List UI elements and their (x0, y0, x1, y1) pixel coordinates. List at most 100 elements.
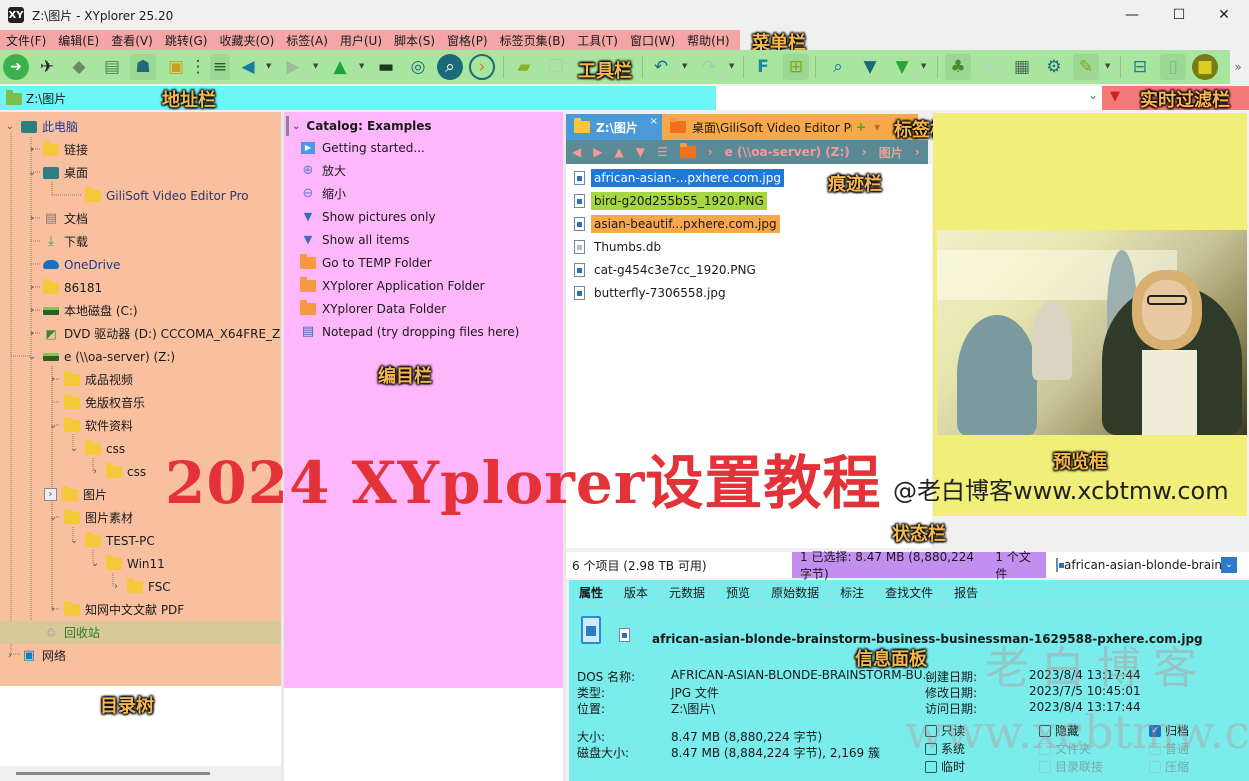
brush-button[interactable]: ✎ (1073, 54, 1099, 80)
address-input[interactable]: Z:\图片 (26, 90, 66, 107)
tree-item[interactable]: › 图片 (44, 483, 107, 506)
expand-icon[interactable]: › (89, 466, 101, 477)
menu-icon[interactable]: ☰ (657, 145, 668, 159)
brush-dropdown-icon[interactable]: ▼ (1105, 62, 1110, 70)
menu-scripting[interactable]: 脚本(S) (388, 32, 441, 49)
tree-item[interactable]: › 链接 (26, 138, 88, 161)
info-tab[interactable]: 标注 (830, 580, 876, 606)
collapse-icon[interactable]: ⌄ (4, 121, 16, 132)
forward-dropdown-icon[interactable]: ▼ (313, 62, 318, 70)
ghost-button[interactable]: ☗ (130, 54, 156, 80)
expand-icon[interactable]: › (47, 374, 59, 385)
thumbnails-button[interactable]: ▦ (1009, 54, 1035, 80)
up-dropdown-icon[interactable]: ▼ (359, 62, 364, 70)
attribute-checkbox[interactable]: 临时 (925, 758, 965, 775)
menu-file[interactable]: 文件(F) (0, 32, 52, 49)
maximize-button[interactable]: ☐ (1156, 0, 1202, 30)
tree-item[interactable]: › ▤ 文档 (26, 207, 88, 230)
tree-item[interactable]: 免版权音乐 (47, 391, 145, 414)
filter-green-button[interactable]: ▼ (889, 54, 915, 80)
catalog-category-header[interactable]: ⌄ Catalog: Examples (292, 116, 563, 136)
expand-icon[interactable]: › (26, 213, 38, 224)
expand-icon[interactable]: › (4, 650, 16, 661)
expand-icon[interactable]: › (26, 305, 38, 316)
search-button[interactable]: ⌕ (437, 54, 463, 80)
collapse-icon[interactable]: ⌄ (68, 535, 80, 546)
expand-icon[interactable]: › (44, 488, 57, 501)
tree-item[interactable]: ⌄ css (68, 437, 125, 460)
file-row[interactable]: butterfly-7306558.jpg (574, 282, 729, 304)
tree-item[interactable]: ⤓ 下载 (26, 230, 88, 253)
grid-button[interactable]: ⊞ (977, 54, 1003, 80)
redo-dropdown-icon[interactable]: ▼ (729, 62, 734, 70)
forward-button[interactable]: ▶ (280, 54, 306, 80)
tree-item[interactable]: › ◩ DVD 驱动器 (D:) CCCOMA_X64FRE_ZH-CN_DV9 (26, 322, 281, 345)
tree-item[interactable]: ⌄ 此电脑 (4, 115, 78, 138)
menu-tags[interactable]: 标签(A) (280, 32, 334, 49)
info-tab[interactable]: 元数据 (659, 580, 717, 606)
tree-item[interactable]: › 成品视频 (47, 368, 133, 391)
forward-icon[interactable]: ▶ (593, 145, 602, 159)
find-button[interactable]: ⌕ (825, 54, 851, 80)
tree-item[interactable]: GiliSoft Video Editor Pro (68, 184, 249, 207)
file-row[interactable]: african-asian-...pxhere.com.jpg (574, 167, 784, 189)
list-button[interactable]: ▤ (99, 54, 125, 80)
new-tab-button[interactable]: + (856, 120, 866, 134)
dual-pane-button[interactable]: ⊟ (1127, 54, 1153, 80)
menu-panes[interactable]: 窗格(P) (441, 32, 494, 49)
menu-tools[interactable]: 工具(T) (571, 32, 624, 49)
catalog-item[interactable]: ▶ Getting started... (300, 136, 425, 159)
menu-favorites[interactable]: 收藏夹(O) (213, 32, 280, 49)
preview-button[interactable]: ▣ (163, 54, 189, 80)
bonsai-button[interactable]: ♣ (945, 54, 971, 80)
tree-horizontal-scrollbar[interactable] (0, 766, 281, 781)
menu-view[interactable]: 查看(V) (105, 32, 159, 49)
back-dropdown-icon[interactable]: ▼ (266, 62, 271, 70)
tree-item[interactable]: ⌄ 图片素材 (47, 506, 133, 529)
collapse-icon[interactable]: ⌄ (47, 420, 59, 431)
tree-item[interactable]: ⌄ e (\\oa-server) (Z:) (26, 345, 175, 368)
tree-item[interactable]: ♲ 回收站 (0, 621, 281, 644)
pane-button[interactable]: ▯ (1160, 54, 1186, 80)
live-filter-box[interactable]: ▼ 实时过滤栏 (1102, 86, 1249, 111)
tree-item[interactable]: › 知网中文文献 PDF (47, 598, 184, 621)
up-icon[interactable]: ▲ (614, 145, 623, 159)
tree-item[interactable]: ⌄ Win11 (89, 552, 165, 575)
down-icon[interactable]: ▼ (636, 145, 645, 159)
menu-help[interactable]: 帮助(H) (681, 32, 735, 49)
breadcrumb-segment[interactable]: 图片 (879, 144, 903, 161)
expand-icon[interactable]: › (26, 328, 38, 339)
tree-item[interactable]: ⌄ TEST-PC (68, 529, 155, 552)
send-button[interactable]: ✈ (34, 54, 60, 80)
target-button[interactable]: ◎ (405, 54, 431, 80)
tree-item[interactable]: ⌄ 桌面 (26, 161, 88, 184)
gear-button[interactable]: ⚙ (1041, 54, 1067, 80)
info-tab[interactable]: 原始数据 (761, 580, 831, 606)
catalog-item[interactable]: ⊖ 缩小 (300, 182, 346, 205)
catalog-item[interactable]: ▤ Notepad (try dropping files here) (300, 320, 520, 343)
file-row[interactable]: cat-g454c3e7cc_1920.PNG (574, 259, 759, 281)
catalog-item[interactable]: ▼ Show pictures only (300, 205, 436, 228)
collapse-icon[interactable]: ⌄ (47, 512, 59, 523)
file-row[interactable]: Thumbs.db (574, 236, 664, 258)
menu-button[interactable]: ≡ (210, 54, 230, 80)
menu-window[interactable]: 窗口(W) (624, 32, 681, 49)
minimize-button[interactable]: — (1109, 0, 1155, 30)
catalog-item[interactable]: ⊕ 放大 (300, 159, 346, 182)
tree-item[interactable]: › 86181 (26, 276, 102, 299)
tree-item[interactable]: › 本地磁盘 (C:) (26, 299, 138, 322)
close-tab-icon[interactable]: × (650, 116, 658, 127)
info-tab[interactable]: 查找文件 (875, 580, 945, 606)
menu-user[interactable]: 用户(U) (334, 32, 388, 49)
collapse-icon[interactable]: ⌄ (26, 351, 38, 362)
info-tab[interactable]: 属性 (569, 580, 615, 606)
tree-item[interactable]: › ▣ 网络 (4, 644, 66, 667)
dots-button[interactable]: ⋮ (190, 54, 207, 80)
preview-pane-button[interactable]: ■ (1192, 54, 1218, 80)
tree-item[interactable]: › css (89, 460, 146, 483)
tab-list-dropdown-icon[interactable]: ▾ (874, 120, 880, 134)
expand-icon[interactable]: › (47, 604, 59, 615)
catalog-item[interactable]: XYplorer Data Folder (300, 297, 446, 320)
file-row[interactable]: bird-g20d255b55_1920.PNG (574, 190, 767, 212)
menu-go[interactable]: 跳转(G) (159, 32, 214, 49)
